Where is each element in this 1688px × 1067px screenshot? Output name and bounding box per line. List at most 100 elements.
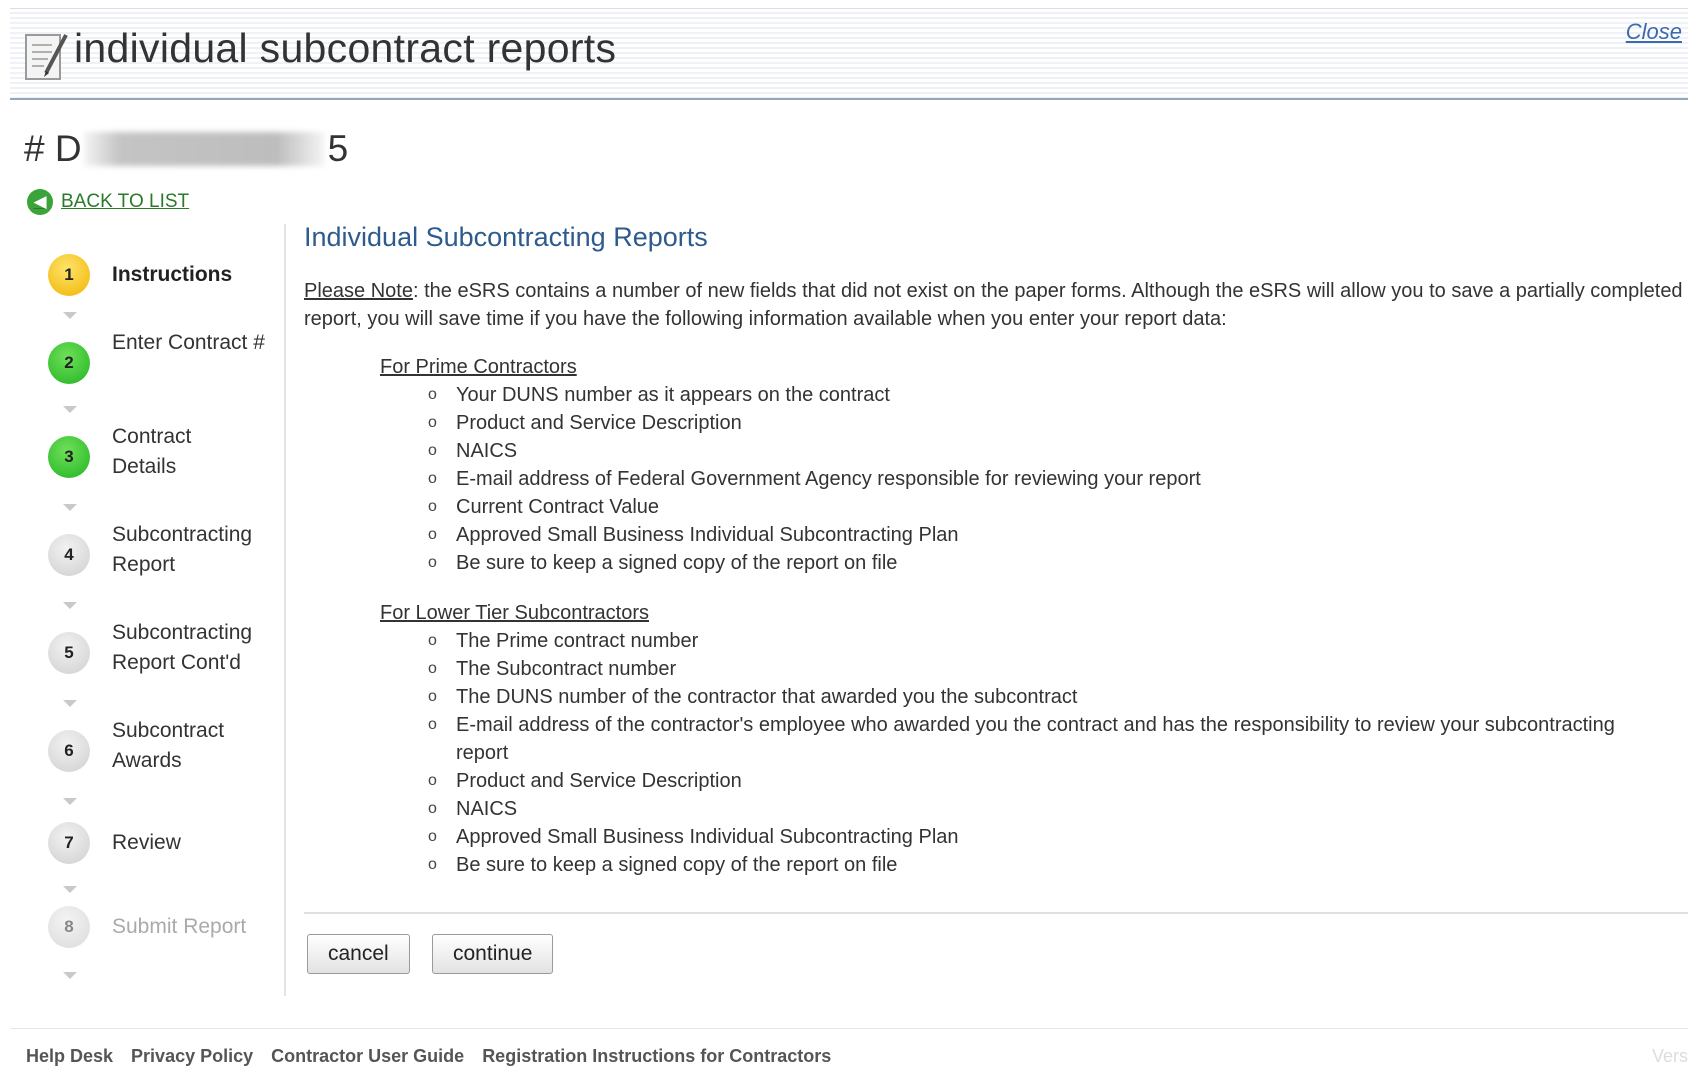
- contract-number: # D 5: [24, 128, 348, 170]
- list-item-text: Product and Service Description: [456, 412, 742, 434]
- list-item-text: Approved Small Business Individual Subco…: [456, 524, 959, 546]
- step-enter-contract[interactable]: 2 Enter Contract #: [48, 331, 265, 384]
- page-header: individual subcontract reports Close: [10, 8, 1688, 100]
- chevron-down-icon: [63, 504, 77, 511]
- list-item: o Approved Small Business Individual Subc…: [380, 521, 1688, 549]
- prime-contractors-heading: For Prime Contractors: [380, 356, 577, 378]
- chevron-down-icon: [63, 602, 77, 609]
- list-item-text: Current Contract Value: [456, 496, 660, 518]
- back-to-list-link[interactable]: ◀ BACK TO LIST: [27, 189, 189, 215]
- list-item-text: Your DUNS number as it appears on the co…: [456, 384, 890, 406]
- step-submit-report: 8 Submit Report: [48, 906, 246, 948]
- bullet-icon: o: [428, 828, 437, 845]
- list-item: o Be sure to keep a signed copy of the re…: [380, 549, 1688, 577]
- lower-tier-list: o The Prime contract number o The Subcontr…: [380, 627, 1688, 879]
- list-item: o NAICS: [380, 795, 1688, 823]
- step-number: 2: [48, 342, 90, 384]
- step-subcontract-awards[interactable]: 6 Subcontract Awards: [48, 719, 224, 772]
- list-item: o Product and Service Description: [380, 767, 1688, 795]
- step-label: Review: [112, 831, 181, 854]
- chevron-down-icon: [63, 312, 77, 319]
- list-item-text: E-mail address of the contractor's emplo…: [456, 714, 1615, 764]
- chevron-down-icon: [63, 700, 77, 707]
- note-paragraph: Please Note: the eSRS contains a number …: [304, 277, 1684, 333]
- redacted-area: [83, 132, 324, 166]
- list-item: o NAICS: [380, 437, 1688, 465]
- version-text: Vers: [1651, 1046, 1688, 1066]
- chevron-down-icon: [63, 798, 77, 805]
- cancel-button[interactable]: cancel: [307, 934, 410, 974]
- footer-link-registration-instructions[interactable]: Registration Instructions for Contractor…: [482, 1046, 831, 1067]
- bullet-icon: o: [428, 470, 437, 487]
- step-label: Instructions: [112, 263, 233, 286]
- footer-link-user-guide[interactable]: Contractor User Guide: [271, 1046, 464, 1067]
- list-item-text: Approved Small Business Individual Subco…: [456, 826, 959, 848]
- bullet-icon: o: [428, 632, 437, 649]
- lower-tier-section: For Lower Tier Subcontractors o The Prime…: [380, 599, 1688, 879]
- bullet-icon: o: [428, 386, 437, 403]
- contract-number-suffix: 5: [327, 128, 349, 169]
- prime-contractors-section: For Prime Contractors o Your DUNS number …: [380, 353, 1688, 577]
- list-item: o The Prime contract number: [380, 627, 1688, 655]
- step-number: 1: [48, 254, 90, 296]
- instructions-panel: Individual Subcontracting Reports Please…: [304, 222, 1688, 879]
- list-item: o Approved Small Business Individual Subc…: [380, 823, 1688, 851]
- list-item: o Be sure to keep a signed copy of the re…: [380, 851, 1688, 879]
- bullet-icon: o: [428, 498, 437, 515]
- bullet-icon: o: [428, 688, 437, 705]
- step-subcontracting-report-contd[interactable]: 5 Subcontracting Report Cont'd: [48, 621, 252, 674]
- page-title: individual subcontract reports: [74, 25, 617, 71]
- step-label: Contract Details: [112, 425, 192, 478]
- bullet-icon: o: [428, 660, 437, 677]
- step-number: 7: [48, 822, 90, 864]
- step-number: 6: [48, 730, 90, 772]
- list-item-text: Be sure to keep a signed copy of the rep…: [456, 552, 898, 574]
- list-item-text: NAICS: [456, 440, 518, 462]
- list-item-text: NAICS: [456, 798, 518, 820]
- step-contract-details[interactable]: 3 Contract Details: [48, 425, 191, 478]
- footer-link-privacy-policy[interactable]: Privacy Policy: [131, 1046, 253, 1067]
- bullet-icon: o: [428, 526, 437, 543]
- footer-links: Help Desk Privacy Policy Contractor User…: [26, 1046, 831, 1067]
- continue-button[interactable]: continue: [432, 934, 554, 974]
- bullet-icon: o: [428, 856, 437, 873]
- back-to-list-label: BACK TO LIST: [61, 191, 190, 212]
- chevron-down-icon: [63, 886, 77, 893]
- edit-document-icon: [25, 34, 68, 80]
- list-item: o The Subcontract number: [380, 655, 1688, 683]
- list-item-text: The DUNS number of the contractor that a…: [456, 686, 1078, 708]
- sidebar-divider: [284, 224, 286, 996]
- step-instructions[interactable]: 1 Instructions: [48, 254, 232, 296]
- list-item-text: The Prime contract number: [456, 630, 699, 652]
- note-text: : the eSRS contains a number of new fiel…: [304, 280, 1683, 330]
- list-item: o E-mail address of the contractor's empl…: [380, 711, 1626, 767]
- lower-tier-heading: For Lower Tier Subcontractors: [380, 602, 649, 624]
- step-label: Submit Report: [112, 915, 247, 938]
- list-item: o The DUNS number of the contractor that …: [380, 683, 1688, 711]
- step-number: 3: [48, 436, 90, 478]
- bullet-icon: o: [428, 772, 437, 789]
- bullet-icon: o: [428, 442, 437, 459]
- bullet-icon: o: [428, 554, 437, 571]
- list-item-text: E-mail address of Federal Government Age…: [456, 468, 1201, 490]
- step-number: 8: [48, 906, 90, 948]
- step-subcontracting-report[interactable]: 4 Subcontracting Report: [48, 523, 252, 576]
- prime-contractors-list: o Your DUNS number as it appears on the c…: [380, 381, 1688, 577]
- chevron-down-icon: [63, 406, 77, 413]
- list-item: o Product and Service Description: [380, 409, 1688, 437]
- step-label: Subcontracting Report: [112, 523, 253, 576]
- section-title: Individual Subcontracting Reports: [304, 222, 708, 252]
- step-review[interactable]: 7 Review: [48, 822, 181, 864]
- step-number: 4: [48, 534, 90, 576]
- bullet-icon: o: [428, 716, 437, 733]
- contract-number-prefix: # D: [24, 128, 82, 169]
- bullet-icon: o: [428, 414, 437, 431]
- close-link[interactable]: Close: [1626, 19, 1682, 45]
- list-item: o Your DUNS number as it appears on the c…: [380, 381, 1688, 409]
- chevron-down-icon: [63, 972, 77, 979]
- note-label: Please Note: [304, 280, 413, 302]
- step-label: Subcontracting Report Cont'd: [112, 621, 253, 674]
- footer-divider: [10, 1028, 1688, 1029]
- content-divider: [304, 912, 1688, 914]
- footer-link-help-desk[interactable]: Help Desk: [26, 1046, 113, 1067]
